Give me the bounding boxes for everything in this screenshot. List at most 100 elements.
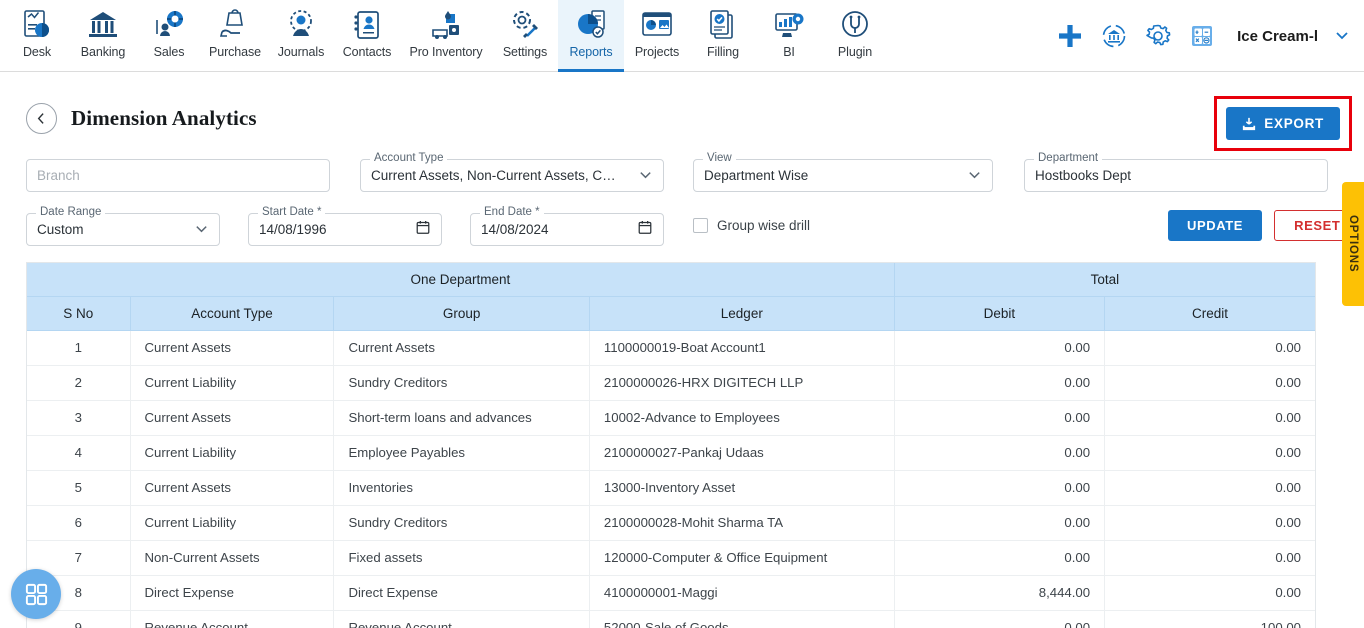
nav-label-desk: Desk [22,45,52,59]
cell-account-type: Revenue Account [130,610,335,628]
apps-grid-fab[interactable] [11,569,61,619]
reset-label: RESET [1294,218,1341,233]
table-row[interactable]: 3 Current Assets Short-term loans and adva… [27,400,1315,436]
cell-account-type: Current Liability [130,435,335,471]
end-date-label: End Date * [480,206,544,218]
back-button[interactable] [26,102,57,134]
dimension-analytics-table-wrapper[interactable]: One Department Total S No Account Type G… [26,262,1316,628]
nav-label-bi: BI [783,45,795,59]
calendar-icon[interactable] [637,219,653,240]
desk-analytics-icon [20,8,54,42]
nav-item-banking[interactable]: Banking [70,0,136,72]
cell-debit: 0.00 [894,540,1106,576]
options-tab-label: OPTIONS [1347,215,1359,273]
table-row[interactable]: 6 Current Liability Sundry Creditors 210000… [27,505,1315,541]
view-label: View [703,152,736,164]
cell-group: Direct Expense [333,575,590,611]
column-header-account-type[interactable]: Account Type [130,296,335,331]
calculator-icon[interactable] [1188,22,1216,50]
nav-right-actions: l Ice Cream-l [1056,0,1364,72]
branch-placeholder: Branch [37,168,80,183]
table-row[interactable]: 8 Direct Expense Direct Expense 4100000001-… [27,575,1315,611]
nav-item-contacts[interactable]: Contacts [334,0,400,72]
export-button[interactable]: EXPORT [1226,107,1340,140]
bank-icon [86,8,120,42]
nav-item-settings[interactable]: Settings [492,0,558,72]
chevron-down-icon[interactable] [967,167,982,185]
column-header-s-no[interactable]: S No [27,296,131,331]
branch-field[interactable]: Branch [26,159,330,192]
nav-label-purchase: Purchase [208,45,261,59]
nav-item-filling[interactable]: Filling [690,0,756,72]
end-date-value: 14/08/2024 [481,222,549,237]
account-type-field[interactable]: Account Type Current Assets, Non-Current… [360,152,664,192]
account-type-label: Account Type [370,152,448,164]
table-row[interactable]: 4 Current Liability Employee Payables 21000… [27,435,1315,471]
sales-icon [152,8,186,42]
column-header-credit[interactable]: Credit [1104,296,1315,331]
chevron-down-icon[interactable] [1334,27,1350,46]
department-field[interactable]: Department Hostbooks Dept [1024,152,1328,192]
nav-item-reports[interactable]: Reports [558,0,624,72]
group-wise-drill-checkbox[interactable]: Group wise drill [693,218,810,233]
cell-debit: 0.00 [894,610,1106,628]
table-group-header-row: One Department Total [27,263,1315,297]
cell-ledger: 52000-Sale of Goods [589,610,895,628]
nav-item-desk[interactable]: Desk [4,0,70,72]
cell-s-no: 5 [27,470,131,506]
nav-label-pro-inventory: Contacts [342,45,392,59]
nav-label-projects: Projects [634,45,680,59]
date-range-field[interactable]: Date Range Custom [26,206,220,246]
update-label: UPDATE [1187,218,1244,233]
cell-debit: 0.00 [894,400,1106,436]
view-field[interactable]: View Department Wise [693,152,993,192]
top-navigation-bar: Desk Banking Sales Purchase Journals Con… [0,0,1364,72]
cell-debit: 0.00 [894,435,1106,471]
checkbox-box[interactable] [693,218,708,233]
table-row[interactable]: 5 Current Assets Inventories 13000-Inventor… [27,470,1315,506]
cell-account-type: Direct Expense [130,575,335,611]
end-date-field[interactable]: End Date * 14/08/2024 [470,206,664,246]
chevron-down-icon[interactable] [194,221,209,239]
nav-item-sales[interactable]: Sales [136,0,202,72]
cell-group: Fixed assets [333,540,590,576]
nav-item-purchase[interactable]: Purchase [202,0,268,72]
calendar-icon[interactable] [415,219,431,240]
chevron-down-icon[interactable] [638,167,653,185]
cell-group: Inventories [333,470,590,506]
cell-ledger: 120000-Computer & Office Equipment [589,540,895,576]
table-row[interactable]: 1 Current Assets Current Assets 1100000019-… [27,330,1315,366]
account-type-value: Current Assets, Non-Current Assets, Curr… [371,168,619,183]
nav-item-journals[interactable]: Journals [268,0,334,72]
start-date-field[interactable]: Start Date * 14/08/1996 [248,206,442,246]
nav-item-plugin[interactable]: Plugin [822,0,888,72]
nav-item-pro-inventory[interactable]: Pro Inventory [400,0,492,72]
grid-apps-icon [25,583,47,605]
start-date-value: 14/08/1996 [259,222,327,237]
options-side-tab[interactable]: OPTIONS [1342,182,1364,306]
update-button[interactable]: UPDATE [1168,210,1263,241]
gear-icon[interactable] [1144,22,1172,50]
cell-account-type: Current Assets [130,470,335,506]
table-row[interactable]: 2 Current Liability Sundry Creditors 210000… [27,365,1315,401]
cell-account-type: Current Liability [130,365,335,401]
dimension-analytics-table: One Department Total S No Account Type G… [27,263,1315,628]
column-header-debit[interactable]: Debit [894,296,1106,331]
nav-item-projects[interactable]: Projects [624,0,690,72]
nav-label-reports: Reports [569,45,613,59]
cell-credit: 0.00 [1104,505,1315,541]
bank-refresh-icon[interactable] [1100,22,1128,50]
nav-item-bi[interactable]: BI [756,0,822,72]
view-value: Department Wise [704,168,809,183]
column-header-group[interactable]: Group [333,296,590,331]
table-row[interactable]: 7 Non-Current Assets Fixed assets 120000-Co… [27,540,1315,576]
table-row[interactable]: 9 Revenue Account Revenue Account 52000-Sal… [27,610,1315,628]
cell-s-no: 4 [27,435,131,471]
nav-label-plugin: Plugin [837,45,873,59]
cell-ledger: 2100000026-HRX DIGITECH LLP [589,365,895,401]
cell-ledger: 13000-Inventory Asset [589,470,895,506]
cell-ledger: 10002-Advance to Employees [589,400,895,436]
export-label: EXPORT [1264,116,1324,131]
plus-icon[interactable] [1056,22,1084,50]
column-header-ledger[interactable]: Ledger [589,296,895,331]
